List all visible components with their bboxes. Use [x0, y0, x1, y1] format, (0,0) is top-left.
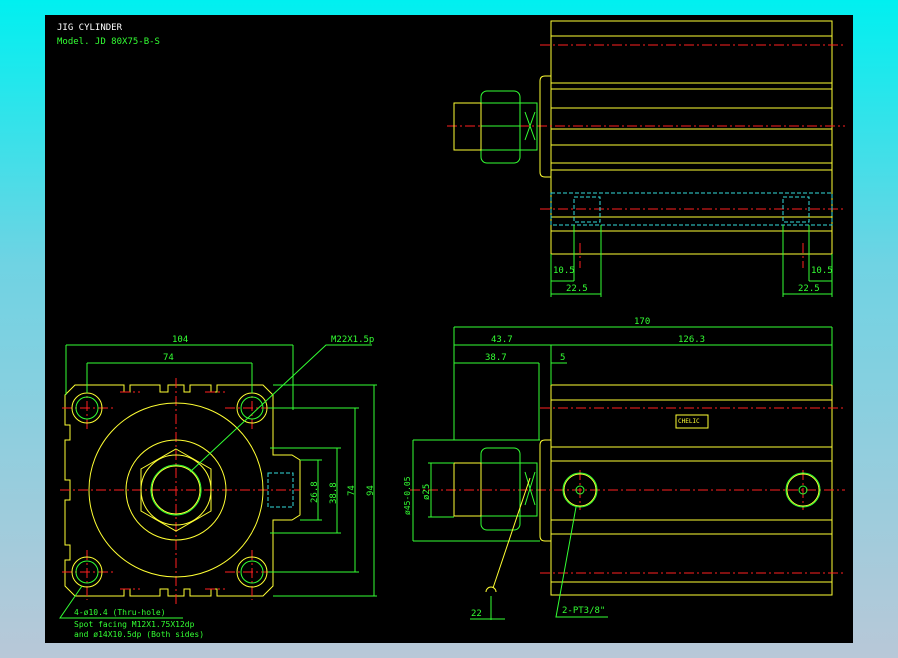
dim-26-8: 26.8 — [310, 481, 320, 503]
dim-74-vertical: 74 — [347, 485, 357, 496]
dim-170: 170 — [634, 317, 650, 327]
drawing-canvas — [45, 15, 853, 643]
dim-38-7: 38.7 — [485, 353, 507, 363]
model-label: Model. JD 80X75-B-S — [57, 37, 160, 47]
dim-104: 104 — [172, 335, 188, 345]
cad-drawing: JIG CYLINDER Model. JD 80X75-B-S 10.5 22… — [45, 15, 853, 643]
brand-logo-text: CHELIC — [678, 418, 700, 425]
dim-top-left-10-5: 10.5 — [553, 266, 575, 276]
port-callout: 2-PT3/8" — [562, 606, 605, 616]
dim-top-right-10-5: 10.5 — [811, 266, 833, 276]
dim-top-right-22-5: 22.5 — [798, 284, 820, 294]
dim-bore-45: ø45-0.05 — [403, 476, 412, 515]
dim-43-7: 43.7 — [491, 335, 513, 345]
hole-note-line-2: Spot facing M12X1.75X12dp — [74, 620, 195, 629]
dim-rod-25: ø25 — [422, 484, 432, 500]
dim-top-left-22-5: 22.5 — [566, 284, 588, 294]
dim-94: 94 — [366, 485, 376, 496]
hole-note-line-3: and ø14X10.5dp (Both sides) — [74, 630, 204, 639]
hole-note-line-1: 4-ø10.4 (Thru-hole) — [74, 608, 166, 617]
dim-126-3: 126.3 — [678, 335, 705, 345]
drawing-title: JIG CYLINDER — [57, 23, 123, 33]
thread-callout: M22X1.5p — [331, 335, 374, 345]
dim-5: 5 — [560, 353, 565, 363]
dim-74-horizontal: 74 — [163, 353, 174, 363]
dim-38-8: 38.8 — [329, 482, 339, 504]
wrench-size-label: 22 — [471, 609, 482, 619]
